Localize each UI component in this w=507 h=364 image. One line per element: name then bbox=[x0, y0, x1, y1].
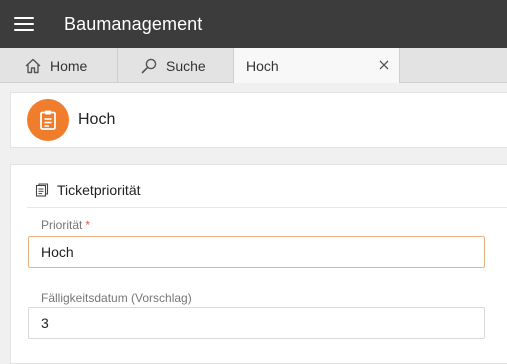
record-header: Hoch bbox=[10, 92, 507, 148]
tab-hoch[interactable]: Hoch bbox=[234, 48, 400, 83]
priority-label: Priorität * bbox=[41, 218, 90, 232]
tab-search[interactable]: Suche bbox=[118, 48, 234, 83]
search-icon bbox=[141, 58, 157, 73]
section-header: Ticketpriorität bbox=[35, 182, 141, 198]
app-header: Baumanagement bbox=[0, 0, 507, 48]
due-date-label: Fälligkeitsdatum (Vorschlag) bbox=[41, 291, 192, 305]
tab-home-label: Home bbox=[50, 57, 88, 74]
tab-bar: Home Suche Hoch bbox=[0, 48, 507, 83]
tab-search-label: Suche bbox=[166, 57, 206, 74]
home-icon bbox=[25, 58, 41, 73]
form-card: Ticketpriorität Priorität* Fälligkeitsda… bbox=[10, 164, 507, 364]
priority-input[interactable] bbox=[28, 236, 485, 268]
document-icon bbox=[35, 183, 49, 197]
record-avatar bbox=[27, 99, 69, 141]
section-title: Ticketpriorität bbox=[57, 182, 141, 198]
required-marker: * bbox=[85, 218, 91, 232]
clipboard-icon bbox=[40, 110, 56, 130]
close-icon[interactable] bbox=[377, 58, 391, 72]
section-divider bbox=[27, 207, 507, 208]
menu-icon[interactable] bbox=[14, 16, 34, 32]
priority-label-text: Priorität bbox=[41, 218, 83, 232]
tab-home[interactable]: Home bbox=[0, 48, 118, 83]
due-date-input[interactable] bbox=[28, 307, 485, 339]
tab-hoch-label: Hoch bbox=[246, 57, 279, 74]
record-title: Hoch bbox=[78, 111, 116, 128]
app-title: Baumanagement bbox=[64, 13, 203, 34]
